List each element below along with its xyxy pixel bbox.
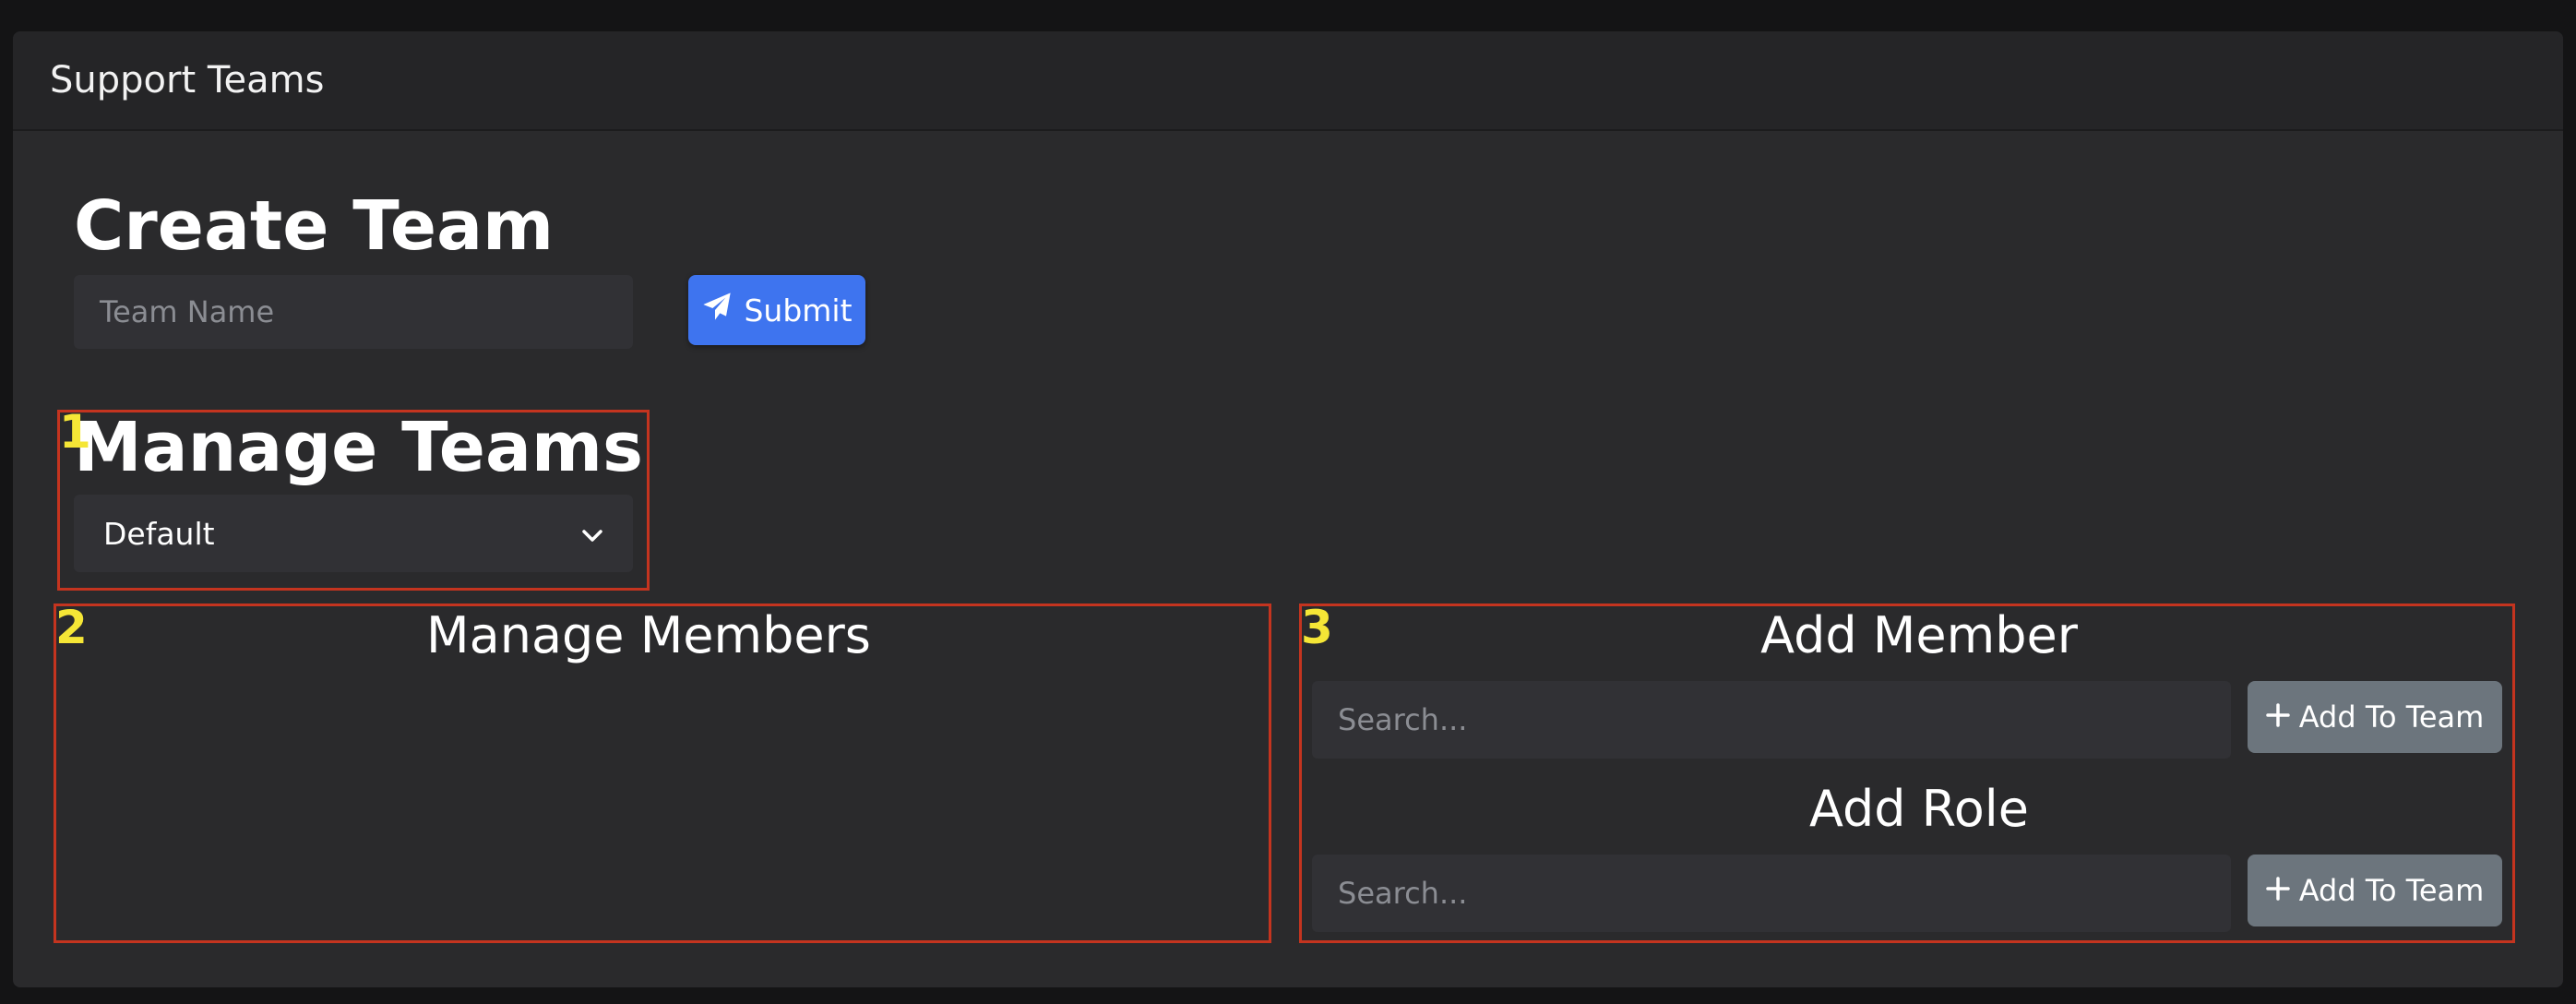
annotation-box-3 <box>1299 604 2515 943</box>
annotation-label-3: 3 <box>1301 601 1333 654</box>
annotation-label-1: 1 <box>59 405 91 459</box>
card-title: Support Teams <box>50 59 325 102</box>
paper-plane-icon <box>701 292 733 329</box>
create-team-heading: Create Team <box>74 186 555 266</box>
annotation-box-2 <box>54 604 1271 943</box>
submit-label: Submit <box>744 292 853 329</box>
team-name-placeholder: Team Name <box>100 294 275 329</box>
card-header: Support Teams <box>13 31 2563 131</box>
annotation-box-1 <box>57 410 650 591</box>
submit-button[interactable]: Submit <box>688 275 865 345</box>
team-name-input[interactable]: Team Name <box>74 275 633 349</box>
annotation-label-2: 2 <box>55 601 88 654</box>
